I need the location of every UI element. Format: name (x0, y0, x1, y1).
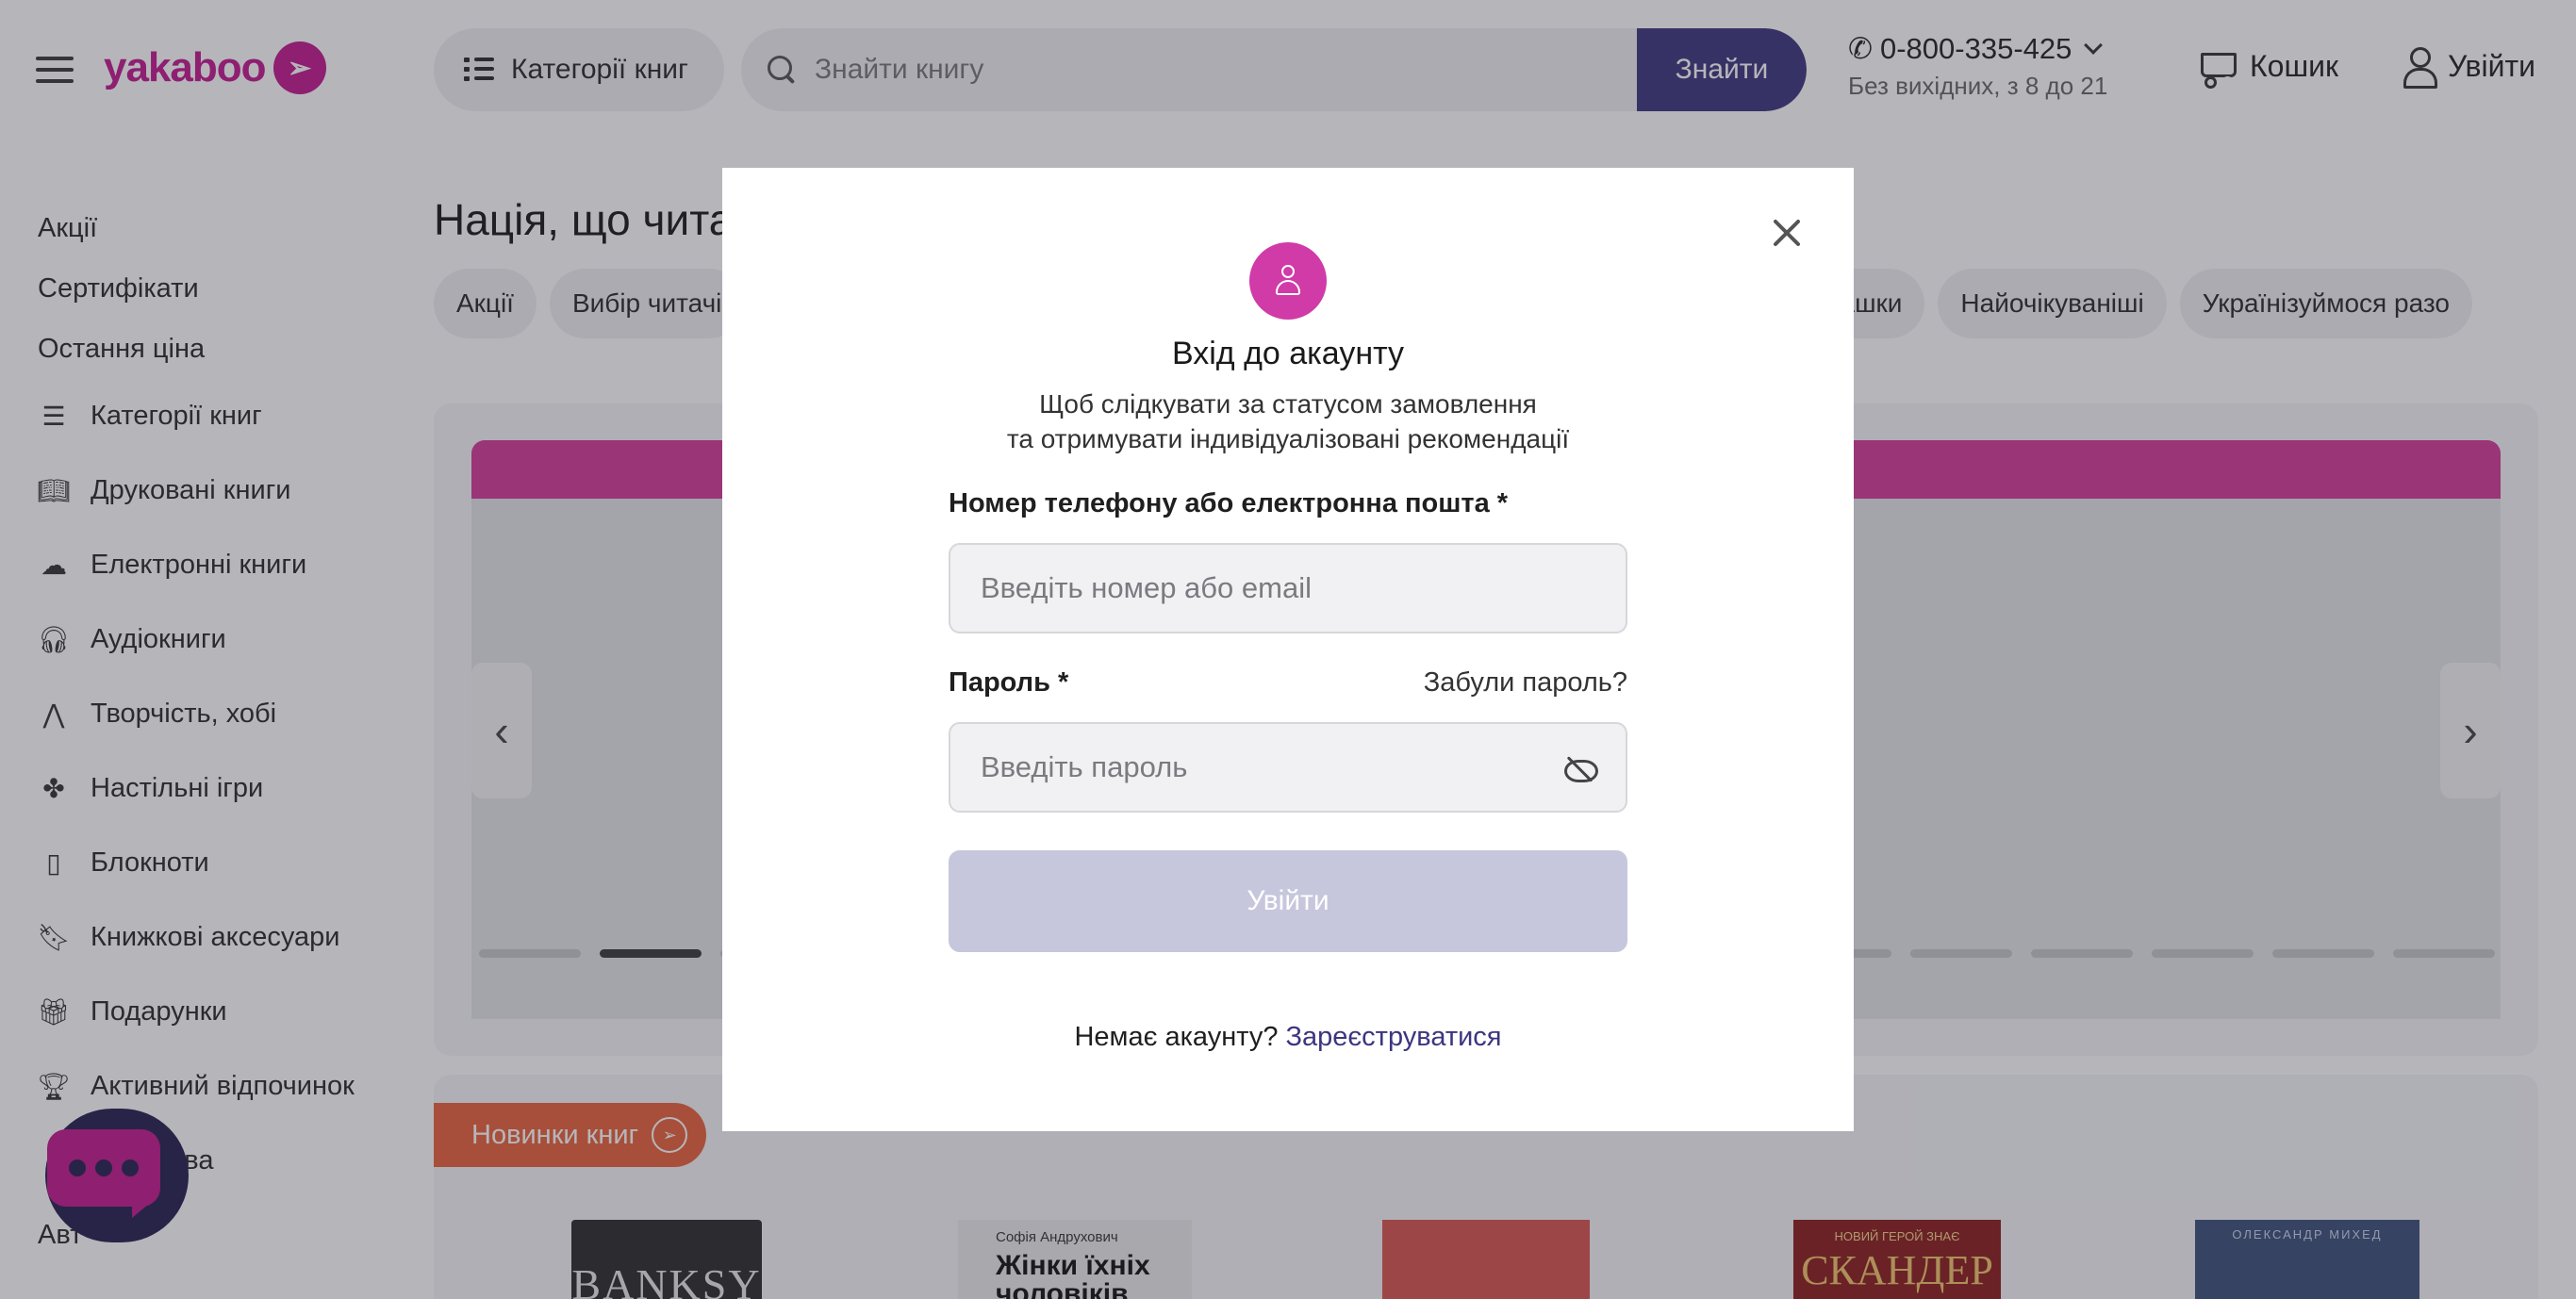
password-input[interactable] (950, 724, 1626, 811)
modal-subtitle: Щоб слідкувати за статусом замовлення та… (722, 386, 1854, 456)
password-field-label: Пароль * (949, 667, 1069, 698)
register-row: Немає акаунту? Зареєструватися (722, 1022, 1854, 1053)
login-submit-button[interactable]: Увійти (949, 850, 1627, 952)
modal-title: Вхід до акаунту (1171, 336, 1405, 371)
login-field-wrapper (949, 543, 1627, 633)
register-link[interactable]: Зареєструватися (1285, 1022, 1501, 1052)
user-avatar-icon (1249, 242, 1327, 320)
eye-off-icon[interactable] (1563, 754, 1598, 784)
login-modal: Вхід до акаунту Щоб слідкувати за статус… (722, 168, 1854, 1131)
login-field-label: Номер телефону або електронна пошта * (949, 488, 1509, 518)
login-input[interactable] (950, 545, 1626, 632)
modal-subtitle-line: та отримувати індивідуалізовані рекоменд… (1006, 424, 1570, 453)
forgot-password-link[interactable]: Забули пароль? (1424, 667, 1627, 699)
password-field-wrapper (949, 722, 1627, 813)
modal-subtitle-line: Щоб слідкувати за статусом замовлення (1039, 389, 1537, 419)
close-icon[interactable] (1771, 217, 1803, 249)
no-account-text: Немає акаунту? (1074, 1022, 1279, 1052)
